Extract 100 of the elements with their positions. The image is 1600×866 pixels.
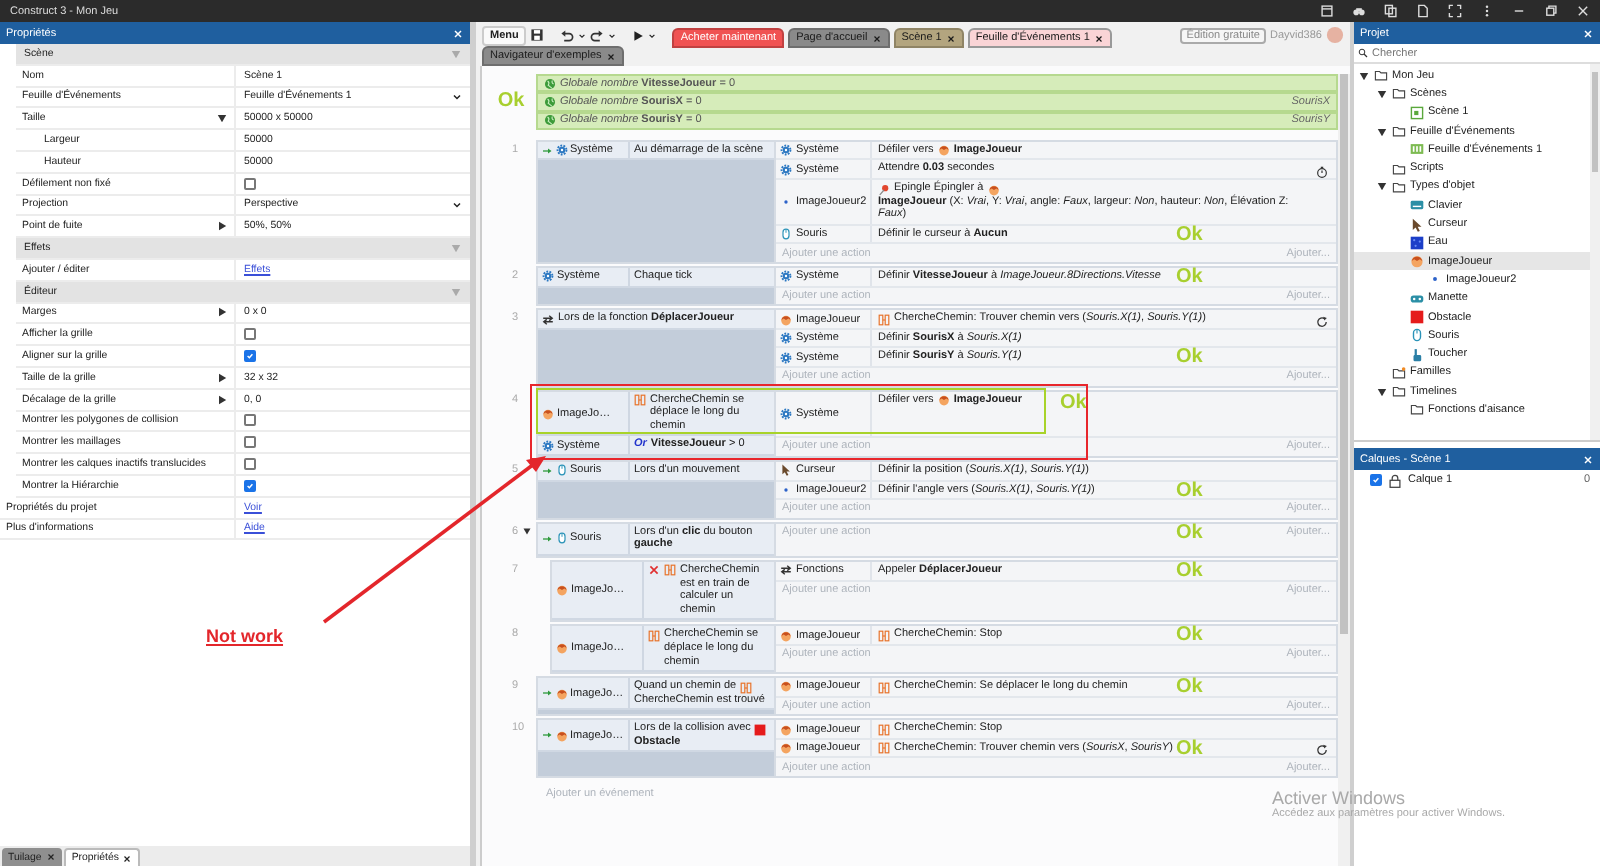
refresh-icon [1316, 315, 1328, 328]
checkbox[interactable] [1370, 474, 1382, 486]
close-icon[interactable] [122, 853, 133, 863]
caret-icon[interactable] [522, 525, 533, 536]
globe-icon [544, 77, 556, 90]
minimize-icon[interactable] [1512, 4, 1526, 18]
gear-icon [555, 144, 567, 157]
arrow-icon [542, 688, 552, 699]
annotation-label: Ok [1176, 348, 1203, 369]
bullet-icon [780, 195, 792, 208]
character-icon [780, 629, 792, 642]
checkbox[interactable] [244, 436, 256, 449]
globe-icon [544, 114, 556, 127]
save-icon[interactable] [530, 28, 545, 42]
hand-icon [1410, 347, 1424, 362]
document-icon[interactable] [1416, 4, 1430, 18]
gear-icon [542, 439, 554, 452]
search-icon [1358, 48, 1368, 58]
annotation-label: Ok [1176, 739, 1203, 760]
checkbox[interactable] [244, 458, 256, 471]
pointer-icon [780, 464, 792, 477]
blocks-icon [648, 629, 660, 642]
bullet-icon [780, 483, 792, 496]
checkbox[interactable] [244, 350, 256, 363]
close-icon[interactable] [1093, 33, 1104, 43]
mouse-icon [780, 228, 792, 241]
blocks-icon [664, 564, 676, 577]
checkbox[interactable] [244, 328, 256, 341]
character-icon [780, 723, 792, 736]
character-icon [780, 680, 792, 693]
keyboard-icon [1410, 198, 1424, 213]
blocks-icon [878, 723, 890, 736]
pin-icon [878, 183, 890, 196]
blocks-icon [740, 681, 753, 694]
gamepad-icon [1410, 291, 1424, 306]
close-icon[interactable] [945, 33, 956, 43]
caret-icon[interactable] [216, 371, 228, 384]
binoculars-icon[interactable] [1352, 4, 1366, 18]
scene-icon [1410, 105, 1424, 120]
play-icon[interactable] [632, 29, 645, 41]
blocks-icon [878, 313, 890, 326]
more-icon[interactable] [1480, 4, 1494, 18]
character-icon [937, 394, 950, 407]
character-icon [542, 407, 554, 419]
character-icon [780, 742, 792, 755]
character-icon [555, 687, 567, 700]
annotation-label: Ok [1176, 561, 1203, 582]
character-icon [987, 183, 1000, 196]
copy-icon[interactable] [1384, 4, 1398, 18]
square-icon [1410, 310, 1424, 324]
mouse-icon [1410, 328, 1424, 343]
blocks-icon [878, 681, 890, 694]
chevron-icon[interactable] [648, 31, 657, 39]
annotation-label: Ok [1176, 225, 1203, 246]
blocks-icon [878, 629, 890, 642]
undo-icon[interactable] [560, 28, 575, 42]
folder-icon [1392, 365, 1406, 380]
fullscreen-icon[interactable] [1448, 4, 1462, 18]
sheet-icon [1410, 142, 1424, 157]
chevron-icon[interactable] [452, 91, 462, 102]
activation-title: Activer Windows [1272, 788, 1408, 808]
checkbox[interactable] [244, 414, 256, 427]
annotation-label: Ok [1060, 393, 1087, 414]
character-icon [780, 313, 792, 326]
annotation-label: Ok [1176, 523, 1203, 544]
blocks-icon [878, 742, 890, 755]
chevron-icon[interactable] [608, 31, 617, 39]
caret-icon[interactable] [216, 112, 228, 125]
checkbox[interactable] [244, 479, 256, 492]
chevron-icon[interactable] [578, 31, 587, 39]
gear-icon [542, 270, 554, 283]
swap-icon [542, 313, 554, 326]
annotation-label: Ok [497, 90, 525, 113]
annotation-note: Not work [206, 626, 284, 646]
caret-icon[interactable] [216, 306, 228, 319]
tile-icon [1410, 235, 1424, 250]
square-icon [754, 723, 767, 736]
blocks-icon [634, 394, 646, 407]
bullet-icon [1428, 272, 1442, 287]
mouse-icon [555, 532, 567, 545]
pointer-icon [1410, 217, 1424, 232]
caret-icon[interactable] [216, 393, 228, 406]
refresh-icon [1316, 744, 1328, 757]
checkbox[interactable] [244, 177, 256, 190]
redo-icon[interactable] [590, 28, 605, 42]
lock-icon[interactable] [1388, 473, 1402, 487]
chevron-icon[interactable] [452, 199, 462, 210]
character-icon [937, 144, 950, 157]
character-icon [556, 642, 568, 655]
arrow-icon [542, 730, 552, 741]
arrow-icon [542, 533, 552, 544]
arrow-icon [542, 465, 552, 476]
scrollbar[interactable] [1590, 64, 1600, 440]
caret-icon[interactable] [216, 220, 228, 233]
layout-icon[interactable] [1320, 4, 1334, 18]
stopwatch-icon [1316, 165, 1328, 178]
mouse-icon [555, 464, 567, 477]
folder-icon [1392, 124, 1406, 139]
restore-icon[interactable] [1544, 4, 1558, 18]
character-icon [1410, 254, 1424, 269]
